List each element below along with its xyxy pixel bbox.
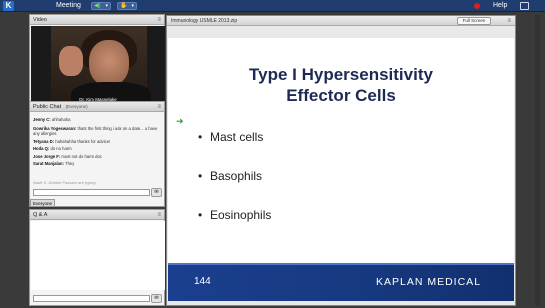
meeting-menu[interactable]: Meeting [56, 0, 81, 12]
full-screen-button[interactable]: Full Screen [457, 17, 491, 25]
qa-panel-title: Q & A [33, 212, 48, 218]
chat-message: Jenny C: ahhahaha [33, 117, 71, 122]
send-question-button[interactable]: ✉ [151, 294, 162, 303]
meeting-app: K Meeting ◀) ▾ ✋ ▾ Help Video ≡ Dr. Kim … [0, 0, 545, 308]
chevron-down-icon: ▾ [105, 3, 108, 9]
qa-input[interactable] [33, 295, 150, 302]
send-icon: ✉ [154, 295, 159, 301]
brand-logo: KAPLAN MEDICAL [376, 276, 482, 288]
video-panel-title: Video [33, 17, 47, 23]
typing-indicator: Nadir S, Debbie Passaro are typing [33, 180, 96, 185]
kaplan-logo: K [3, 1, 14, 11]
webcam-video: Dr. Kim Masselake [31, 26, 165, 104]
chat-panel-header: Public Chat (Everyone) ≡ [30, 102, 164, 112]
help-menu[interactable]: Help [493, 0, 507, 12]
speaker-icon: ◀) [94, 3, 101, 9]
chat-input[interactable] [33, 189, 150, 196]
slide-panel: Immunology USMLE 2013.zip Full Screen ≡ … [166, 15, 516, 306]
slide-canvas: Type I Hypersensitivity Effector Cells ➜… [168, 38, 514, 301]
document-title: Immunology USMLE 2013.zip [171, 18, 238, 24]
send-chat-button[interactable]: ✉ [151, 188, 162, 197]
video-panel-header: Video ≡ [30, 15, 164, 25]
panel-options-icon[interactable]: ≡ [157, 210, 161, 220]
qa-list [31, 221, 165, 290]
chat-message: Jose Jorge F: must not do harm doc [33, 153, 102, 159]
slide-panel-header: Immunology USMLE 2013.zip Full Screen ≡ [167, 16, 515, 26]
panel-options-icon[interactable]: ≡ [157, 102, 161, 112]
panel-options-icon[interactable]: ≡ [157, 15, 161, 25]
pointer-arrow-icon: ➜ [176, 116, 184, 126]
chat-panel-title: Public Chat [33, 104, 62, 110]
bullet-item: • Eosinophils [198, 208, 272, 222]
scrollbar[interactable] [535, 15, 540, 306]
presenter-face [89, 40, 129, 86]
layout-icon[interactable] [520, 2, 529, 10]
chat-message: Sarat Manjalan: They [33, 161, 75, 166]
send-icon: ✉ [154, 189, 159, 195]
slide-title-line-1: Type I Hypersensitivity [249, 65, 433, 84]
slide-footer: 144 KAPLAN MEDICAL [168, 263, 514, 301]
audio-button[interactable]: ◀) ▾ [91, 2, 111, 10]
bullet-item: • Basophils [198, 169, 263, 183]
chat-message: Hoda Q: do no harm [33, 146, 72, 151]
chat-message: Gowrika Yogeswaran: thats the first thin… [33, 125, 158, 136]
tab-everyone[interactable]: Everyone [30, 199, 55, 207]
video-panel: Video ≡ Dr. Kim Masselake [29, 14, 165, 105]
chat-panel: Public Chat (Everyone) ≡ Jenny C: ahhaha… [29, 101, 165, 207]
chat-message-list: Jenny C: ahhahaha Gowrika Yogeswaran: th… [33, 116, 161, 168]
record-indicator-icon [474, 3, 480, 9]
chat-scope: (Everyone) [65, 104, 88, 109]
chevron-down-icon: ▾ [131, 3, 134, 9]
top-bar: K Meeting ◀) ▾ ✋ ▾ Help [0, 0, 545, 12]
status-button[interactable]: ✋ ▾ [117, 2, 137, 10]
slide-title-line-2: Effector Cells [286, 86, 396, 105]
slide-title: Type I Hypersensitivity Effector Cells [168, 64, 514, 106]
qa-panel-header: Q & A ≡ [30, 210, 164, 220]
raise-hand-icon: ✋ [120, 3, 128, 9]
bullet-item: • Mast cells [198, 130, 264, 144]
page-number: 144 [194, 276, 211, 287]
chat-message: Tetyana D: hahahahha thanks for advice! [33, 138, 111, 144]
panel-options-icon[interactable]: ≡ [507, 16, 511, 26]
qa-panel: Q & A ≡ ✉ [29, 209, 165, 306]
